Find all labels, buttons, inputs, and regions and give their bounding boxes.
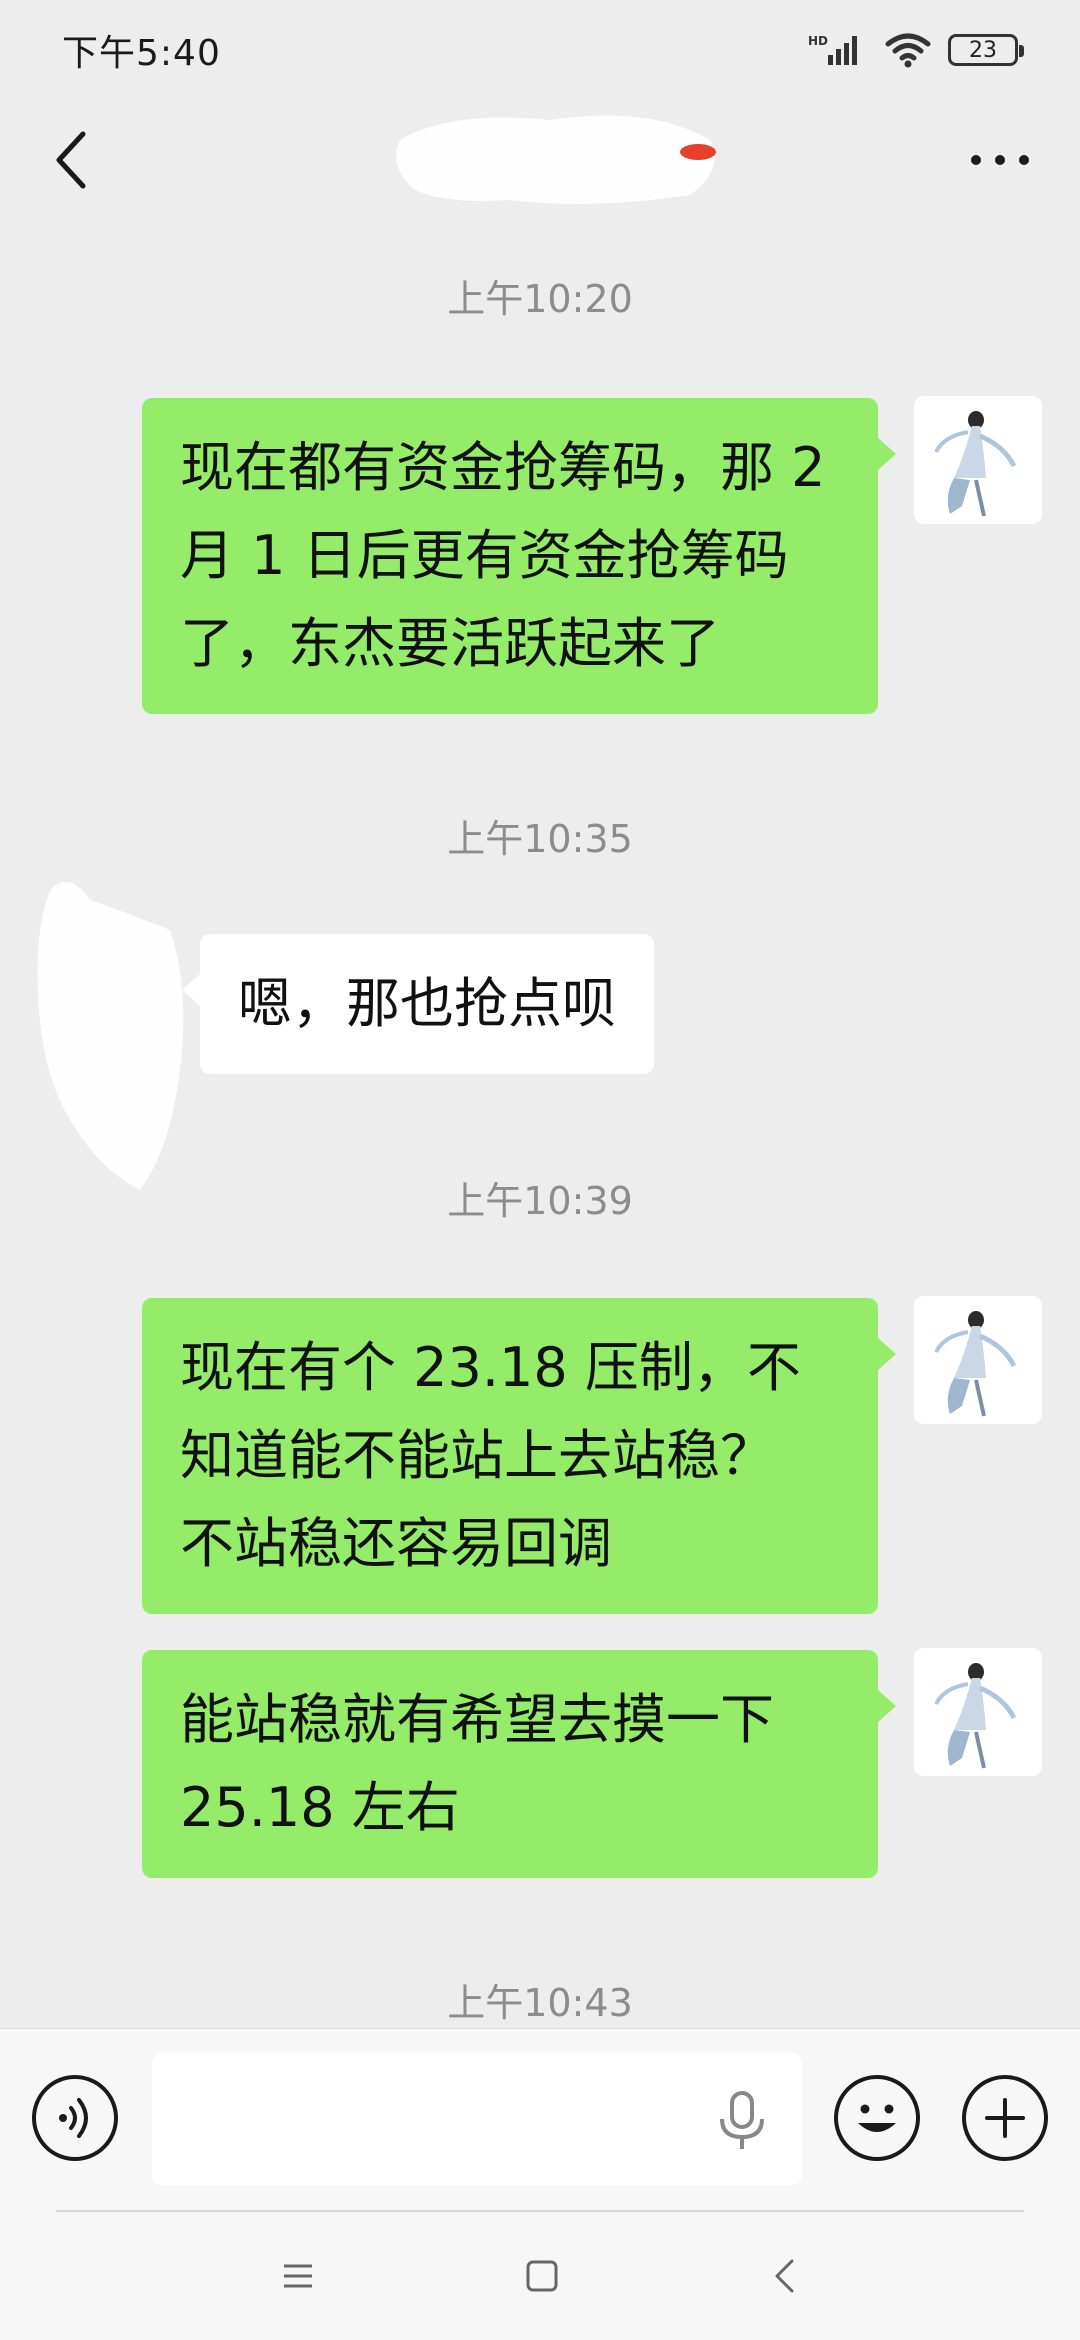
battery-icon: 23 [948,34,1024,66]
message-line: 嗯，那也抢点呗 [238,972,616,1035]
message-line: 现在有个 23.18 压制，不 [180,1336,801,1399]
more-button[interactable] [960,120,1040,200]
svg-text:HD: HD [808,34,828,48]
message-line: 了，东杰要活跃起来了 [180,612,720,675]
message-input[interactable] [152,2053,802,2185]
chevron-left-icon [56,131,86,189]
timestamp: 上午10:20 [447,277,633,321]
my-avatar[interactable] [914,1296,1042,1424]
home-icon [526,2260,558,2292]
nav-home-button[interactable] [512,2246,572,2306]
incoming-message[interactable]: 嗯，那也抢点呗 [182,934,654,1074]
emoji-button[interactable] [834,2075,920,2161]
status-bar: 下午5:40 HD 23 [0,0,1080,100]
avatar-figure-icon [914,1296,1042,1424]
voice-icon [59,2098,88,2138]
timestamp: 上午10:39 [447,1179,633,1223]
status-icons: HD 23 [808,32,1024,68]
outgoing-message[interactable]: 能站稳就有希望去摸一下 25.18 左右 [142,1650,896,1878]
my-avatar[interactable] [914,396,1042,524]
message-line: 现在都有资金抢筹码，那 2 [180,436,826,499]
plus-button[interactable] [962,2075,1048,2161]
message-line: 月 1 日后更有资金抢筹码 [180,524,789,587]
chat-header [0,100,1080,220]
mic-icon[interactable] [712,2089,772,2153]
signal-icon: HD [808,34,857,65]
outgoing-message[interactable]: 现在都有资金抢筹码，那 2 月 1 日后更有资金抢筹码 了，东杰要活跃起来了 [142,398,896,714]
nav-menu-button[interactable] [268,2246,328,2306]
voice-button[interactable] [32,2075,118,2161]
emoji-icon [858,2104,896,2132]
message-line: 知道能不能站上去站稳？ [180,1424,774,1487]
redacted-chat-title [396,115,716,204]
wifi-icon [885,33,931,68]
more-dots-icon [971,155,1029,165]
my-avatar[interactable] [914,1648,1042,1776]
timestamp: 上午10:35 [447,817,633,861]
redacted-contact-avatar [37,882,184,1190]
plus-icon [985,2098,1025,2138]
message-line: 不站稳还容易回调 [180,1512,612,1575]
system-nav-bar [0,2212,1080,2340]
message-line: 能站稳就有希望去摸一下 [180,1688,774,1751]
avatar-figure-icon [914,1648,1042,1776]
battery-level: 23 [969,37,997,63]
status-time: 下午5:40 [62,33,221,74]
timestamp: 上午10:43 [447,1981,633,2025]
nav-back-button[interactable] [754,2246,814,2306]
avatar-figure-icon [914,396,1042,524]
message-line: 25.18 左右 [180,1776,460,1839]
outgoing-message[interactable]: 现在有个 23.18 压制，不 知道能不能站上去站稳？ 不站稳还容易回调 [142,1298,896,1614]
back-icon [775,2259,794,2293]
back-button[interactable] [40,120,100,200]
menu-icon [284,2264,312,2288]
